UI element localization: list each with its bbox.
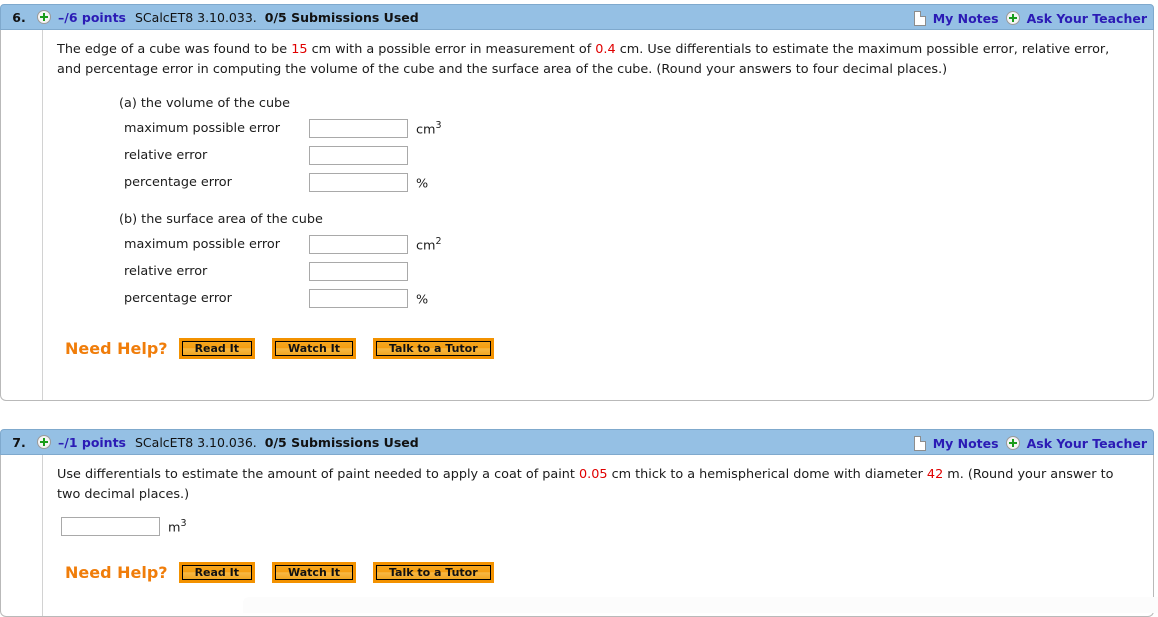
answer-unit: m3 — [168, 518, 187, 535]
stem-text-1: Use differentials to estimate the amount… — [57, 467, 579, 482]
notes-page-icon[interactable] — [913, 435, 926, 451]
submissions-used: 0/5 Submissions Used — [264, 9, 419, 25]
need-help-label: Need Help? — [65, 339, 168, 358]
answer-unit: % — [416, 290, 428, 307]
answer-input-b-max-error[interactable] — [309, 235, 408, 254]
unit-text: cm — [416, 122, 436, 138]
stem-text-2: cm thick to a hemispherical dome with di… — [607, 467, 927, 482]
question-body-6: The edge of a cube was found to be 15 cm… — [0, 30, 1154, 401]
ask-your-teacher-link[interactable]: Ask Your Teacher — [1027, 436, 1147, 451]
part-label-a: (a) the volume of the cube — [119, 96, 291, 111]
watch-it-button[interactable]: Watch It — [272, 338, 356, 359]
question-number: 7. — [12, 434, 26, 450]
read-it-button[interactable]: Read It — [178, 562, 256, 583]
answer-row: maximum possible error cm3 — [124, 115, 1139, 142]
stem-value-1: 15 — [291, 42, 308, 57]
answer-input-b-percentage-error[interactable] — [309, 289, 408, 308]
answer-label: relative error — [124, 264, 208, 279]
answer-input-b-relative-error[interactable] — [309, 262, 408, 281]
unit-text: % — [416, 176, 429, 192]
answer-unit: cm2 — [416, 236, 442, 253]
submissions-used: 0/5 Submissions Used — [264, 434, 419, 450]
watch-it-button[interactable]: Watch It — [272, 562, 356, 583]
answer-label: relative error — [124, 148, 208, 163]
need-help-bar-7: Need Help? Read It Watch It Talk to a Tu… — [65, 562, 1139, 583]
answer-label: maximum possible error — [124, 237, 280, 252]
plus-circle-icon[interactable] — [37, 10, 51, 24]
question-number: 6. — [12, 9, 26, 25]
question-body-7: Use differentials to estimate the amount… — [0, 455, 1154, 617]
unit-text: m — [168, 520, 181, 536]
stem-text-2: cm with a possible error in measurement … — [307, 42, 596, 57]
answer-input-a-max-error[interactable] — [309, 119, 408, 138]
points-label: –/6 points — [58, 9, 126, 25]
answer-label: percentage error — [124, 291, 232, 306]
unit-exponent: 3 — [180, 517, 187, 529]
question-header-6: 6. –/6 points SCalcET8 3.10.033. 0/5 Sub… — [0, 4, 1154, 30]
answer-input-a-relative-error[interactable] — [309, 146, 408, 165]
ask-teacher-plus-icon[interactable] — [1005, 11, 1020, 25]
answer-input-paint-volume[interactable] — [61, 517, 160, 536]
answer-label: maximum possible error — [124, 121, 280, 136]
read-it-button[interactable]: Read It — [178, 338, 256, 359]
question-code: SCalcET8 3.10.033. — [135, 9, 257, 25]
notes-page-icon[interactable] — [913, 10, 926, 26]
my-notes-link[interactable]: My Notes — [933, 11, 999, 26]
question-card-7: 7. –/1 points SCalcET8 3.10.036. 0/5 Sub… — [0, 429, 1154, 617]
question-stem-7: Use differentials to estimate the amount… — [57, 465, 1132, 505]
answer-row: relative error — [124, 258, 1139, 285]
answer-input-a-percentage-error[interactable] — [309, 173, 408, 192]
answer-label: percentage error — [124, 175, 232, 190]
answer-unit: cm3 — [416, 120, 442, 137]
answer-row: relative error — [124, 142, 1139, 169]
question-stem-6: The edge of a cube was found to be 15 cm… — [57, 40, 1132, 80]
unit-exponent: 3 — [435, 119, 442, 131]
answer-unit: % — [416, 174, 428, 191]
answer-row: percentage error % — [124, 285, 1139, 312]
plus-circle-icon[interactable] — [37, 435, 51, 449]
question-code: SCalcET8 3.10.036. — [135, 434, 257, 450]
header-actions-6: My Notes Ask Your Teacher — [913, 5, 1147, 31]
unit-text: % — [416, 292, 429, 308]
need-help-bar-6: Need Help? Read It Watch It Talk to a Tu… — [65, 338, 1139, 359]
header-actions-7: My Notes Ask Your Teacher — [913, 430, 1147, 456]
talk-to-a-tutor-button[interactable]: Talk to a Tutor — [372, 562, 494, 583]
question-header-7: 7. –/1 points SCalcET8 3.10.036. 0/5 Sub… — [0, 429, 1154, 455]
answer-row: maximum possible error cm2 — [124, 231, 1139, 258]
question-gutter — [1, 455, 43, 616]
answer-row: m3 — [61, 513, 1139, 540]
points-label: –/1 points — [58, 434, 126, 450]
talk-to-a-tutor-button[interactable]: Talk to a Tutor — [372, 338, 494, 359]
question-gutter — [1, 30, 43, 400]
ask-your-teacher-link[interactable]: Ask Your Teacher — [1027, 11, 1147, 26]
stem-value-2: 0.4 — [595, 42, 616, 57]
part-label-b: (b) the surface area of the cube — [119, 212, 323, 227]
my-notes-link[interactable]: My Notes — [933, 436, 999, 451]
need-help-label: Need Help? — [65, 563, 168, 582]
unit-text: cm — [416, 238, 436, 254]
stem-value-1: 0.05 — [579, 467, 608, 482]
stem-text-1: The edge of a cube was found to be — [57, 42, 292, 57]
stem-value-2: 42 — [926, 467, 944, 482]
next-question-card-peek — [243, 597, 1158, 613]
question-card-6: 6. –/6 points SCalcET8 3.10.033. 0/5 Sub… — [0, 4, 1154, 401]
answer-row: percentage error % — [124, 169, 1139, 196]
unit-exponent: 2 — [435, 235, 442, 247]
ask-teacher-plus-icon[interactable] — [1005, 436, 1020, 450]
